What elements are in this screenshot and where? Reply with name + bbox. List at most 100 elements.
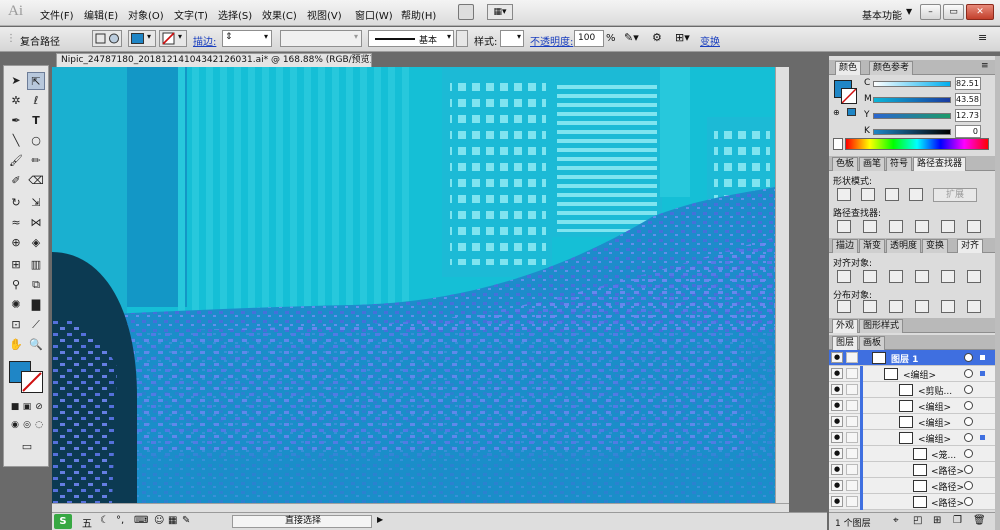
- merge-icon[interactable]: [889, 220, 903, 233]
- bridge-icon[interactable]: [458, 4, 474, 20]
- tab-gradient[interactable]: 渐变: [859, 239, 886, 253]
- stroke-color-box[interactable]: [21, 371, 43, 393]
- eraser-tool-icon[interactable]: ⌫: [27, 172, 45, 190]
- tab-color[interactable]: 颜色: [835, 61, 862, 75]
- free-transform-tool-icon[interactable]: ⋈: [27, 214, 45, 232]
- rotate-tool-icon[interactable]: ↻: [7, 194, 25, 212]
- line-tool-icon[interactable]: ╲: [7, 132, 25, 150]
- visibility-icon[interactable]: ●: [831, 368, 843, 379]
- distribute-left-icon[interactable]: [915, 300, 929, 313]
- selection-indicator[interactable]: [980, 435, 985, 440]
- yellow-value[interactable]: 12.73: [955, 109, 981, 122]
- visibility-icon[interactable]: ●: [831, 464, 843, 475]
- crop-icon[interactable]: [915, 220, 929, 233]
- ime-logo[interactable]: S: [54, 514, 72, 529]
- transform-link[interactable]: 变换: [700, 33, 720, 48]
- opacity-link[interactable]: 不透明度:: [530, 33, 573, 48]
- unite-icon[interactable]: [837, 188, 851, 201]
- gradient-tool-icon[interactable]: ▥: [27, 256, 45, 274]
- distribute-top-icon[interactable]: [837, 300, 851, 313]
- stroke-swatch[interactable]: ▾: [159, 30, 187, 47]
- ellipse-tool-icon[interactable]: ○: [27, 132, 45, 150]
- new-layer-icon[interactable]: ❐: [953, 515, 962, 526]
- draw-inside-icon[interactable]: ◌: [30, 416, 48, 434]
- panel-dock-scrollbar[interactable]: [995, 56, 1000, 530]
- gamut-warning-icon[interactable]: ⊕: [833, 108, 840, 117]
- slice-tool-icon[interactable]: ⟋: [27, 316, 45, 334]
- screen-mode-icon[interactable]: ▭: [14, 438, 40, 456]
- target-icon[interactable]: [964, 401, 973, 410]
- cyan-value[interactable]: 82.51: [955, 77, 981, 90]
- visibility-icon[interactable]: ●: [831, 448, 843, 459]
- skin-icon[interactable]: ▦: [168, 515, 177, 526]
- blend-tool-icon[interactable]: ⧉: [27, 276, 45, 294]
- color-spectrum[interactable]: [845, 138, 989, 150]
- align-vcenter-icon[interactable]: [941, 270, 955, 283]
- chevron-down-icon[interactable]: ▼: [906, 7, 912, 16]
- menu-view[interactable]: 视图(V): [307, 7, 342, 22]
- hand-tool-icon[interactable]: ✋: [7, 336, 25, 354]
- menu-object[interactable]: 对象(O): [128, 7, 164, 22]
- distribute-right-icon[interactable]: [967, 300, 981, 313]
- selection-indicator[interactable]: [980, 371, 985, 376]
- menu-window[interactable]: 窗口(W): [355, 7, 393, 22]
- fill-swatch[interactable]: ▾: [128, 30, 156, 47]
- symbol-sprayer-tool-icon[interactable]: ✺: [7, 296, 25, 314]
- layer-row[interactable]: ● <路径>: [829, 494, 995, 510]
- recolor-artwork-icon[interactable]: ✎▾: [624, 31, 639, 44]
- magenta-value[interactable]: 43.58: [955, 93, 981, 106]
- align-selection-icon[interactable]: ⊞▾: [675, 31, 690, 44]
- target-icon[interactable]: [964, 497, 973, 506]
- visibility-icon[interactable]: ●: [831, 352, 843, 363]
- lock-toggle[interactable]: [846, 400, 858, 411]
- black-slider[interactable]: [873, 129, 951, 135]
- yellow-slider[interactable]: [873, 113, 951, 119]
- tab-artboards[interactable]: 画板: [859, 336, 886, 350]
- black-value[interactable]: 0: [955, 125, 981, 138]
- menu-select[interactable]: 选择(S): [218, 7, 252, 22]
- locate-object-icon[interactable]: ⌖: [893, 515, 899, 526]
- tab-appearance[interactable]: 外观: [832, 319, 859, 333]
- vertical-scrollbar[interactable]: [775, 67, 789, 503]
- keyboard-icon[interactable]: ⌨: [134, 515, 148, 526]
- expand-button[interactable]: 扩展: [933, 188, 977, 202]
- layer-row[interactable]: ● <编组>: [829, 366, 995, 382]
- magic-wand-tool-icon[interactable]: ✲: [7, 92, 25, 110]
- align-left-icon[interactable]: [837, 270, 851, 283]
- selection-indicator[interactable]: [980, 355, 985, 360]
- lock-toggle[interactable]: [846, 480, 858, 491]
- live-paint-tool-icon[interactable]: ◈: [27, 234, 45, 252]
- layer-row[interactable]: ● <编组>: [829, 414, 995, 430]
- layer-row[interactable]: ● 图层 1: [829, 350, 995, 366]
- opacity-input[interactable]: 100: [574, 30, 604, 47]
- tab-swatches[interactable]: 色板: [832, 157, 859, 171]
- new-sublayer-icon[interactable]: ⊞: [933, 515, 941, 526]
- tab-symbols[interactable]: 符号: [886, 157, 913, 171]
- outline-icon[interactable]: [941, 220, 955, 233]
- target-icon[interactable]: [964, 481, 973, 490]
- lock-toggle[interactable]: [846, 448, 858, 459]
- column-graph-tool-icon[interactable]: ▇: [27, 296, 45, 314]
- type-tool-icon[interactable]: T: [27, 112, 45, 130]
- visibility-icon[interactable]: ●: [831, 416, 843, 427]
- stroke-link[interactable]: 描边:: [193, 33, 216, 48]
- stroke-weight-input[interactable]: ⇕ ▾: [222, 30, 272, 47]
- perspective-grid-tool-icon[interactable]: ⊞: [7, 256, 25, 274]
- color-stroke-swatch[interactable]: [841, 88, 857, 104]
- lock-toggle[interactable]: [846, 464, 858, 475]
- tab-transform[interactable]: 变换: [922, 239, 949, 253]
- visibility-icon[interactable]: ●: [831, 496, 843, 507]
- lock-toggle[interactable]: [846, 384, 858, 395]
- moon-icon[interactable]: ☾: [100, 515, 109, 526]
- layer-row[interactable]: ● <编组>: [829, 430, 995, 446]
- panel-menu-icon[interactable]: ≡: [981, 61, 989, 71]
- target-icon[interactable]: [964, 433, 973, 442]
- minus-back-icon[interactable]: [967, 220, 981, 233]
- selection-tool-icon[interactable]: ➤: [7, 72, 25, 90]
- ime-mode[interactable]: 五: [82, 515, 92, 530]
- align-top-icon[interactable]: [915, 270, 929, 283]
- lock-toggle[interactable]: [846, 368, 858, 379]
- target-icon[interactable]: [964, 369, 973, 378]
- scale-tool-icon[interactable]: ⇲: [27, 194, 45, 212]
- current-tool-status[interactable]: 直接选择: [232, 515, 372, 528]
